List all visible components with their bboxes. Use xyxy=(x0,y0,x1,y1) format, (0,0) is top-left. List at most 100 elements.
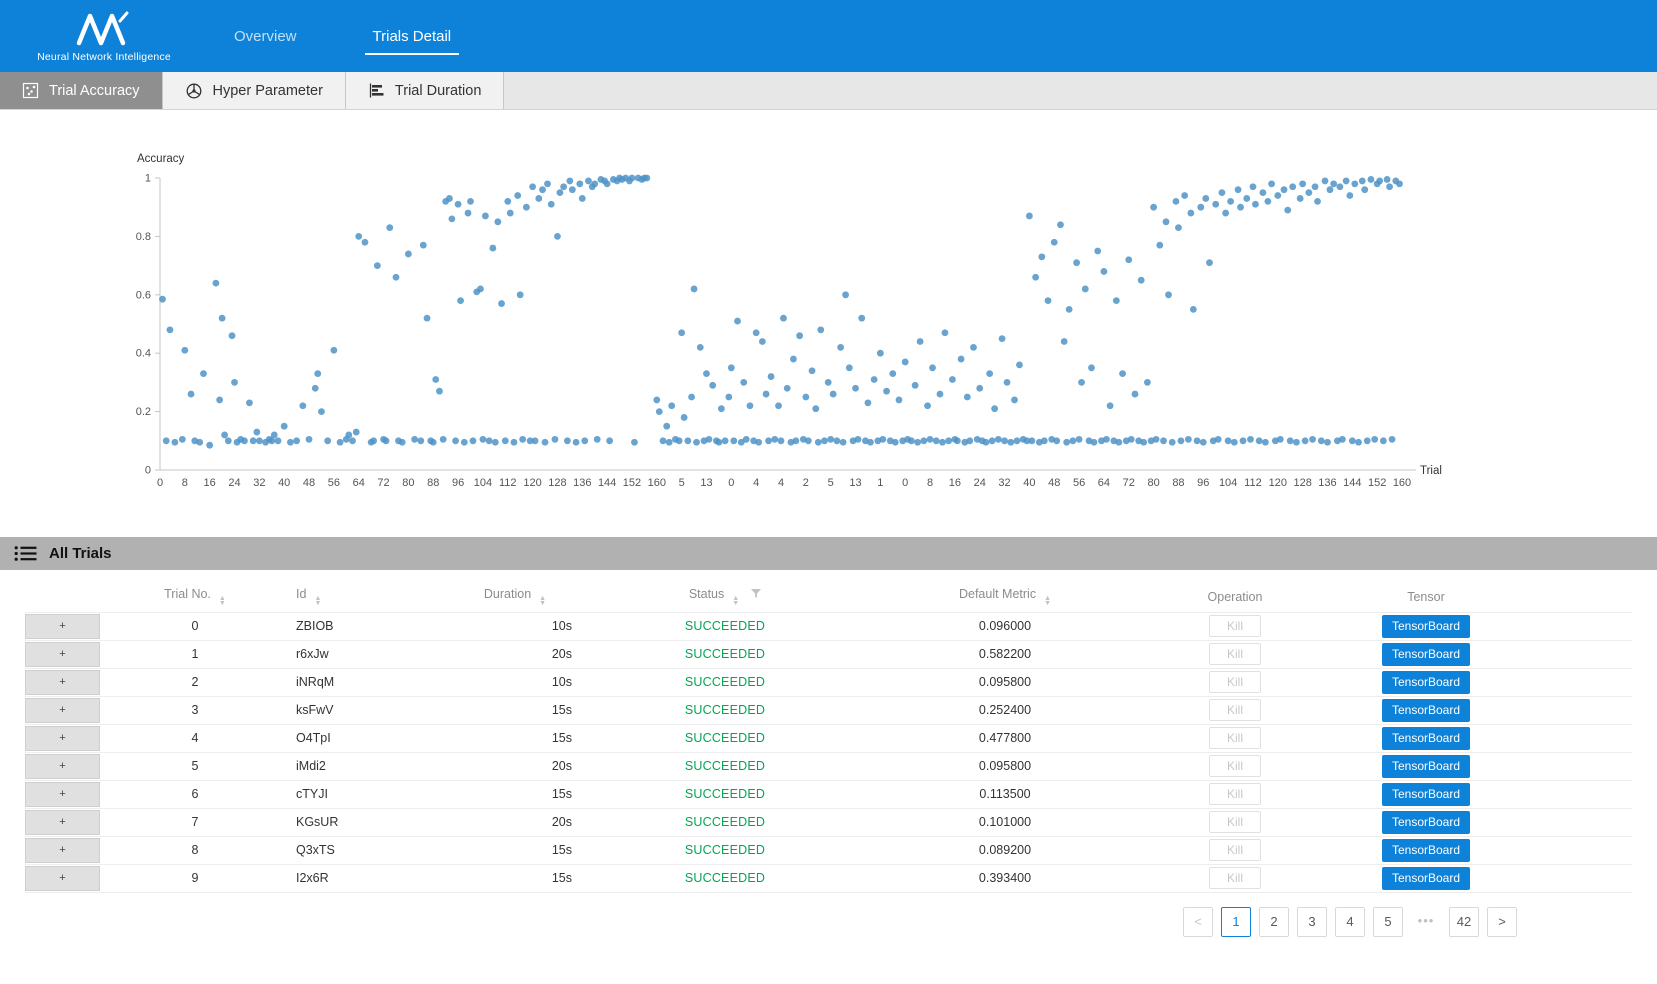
scatter-point xyxy=(942,329,949,336)
kill-button[interactable]: Kill xyxy=(1209,727,1261,749)
scatter-point xyxy=(604,180,611,187)
pagination-page-2[interactable]: 2 xyxy=(1259,907,1289,937)
pagination-next[interactable]: > xyxy=(1487,907,1517,937)
scatter-point xyxy=(1113,297,1120,304)
scatter-point xyxy=(206,442,213,449)
sort-icon[interactable]: ▲▼ xyxy=(1044,596,1051,606)
kill-button[interactable]: Kill xyxy=(1209,839,1261,861)
kill-button[interactable]: Kill xyxy=(1209,699,1261,721)
cell-status: SUCCEEDED xyxy=(600,612,850,640)
expand-button[interactable]: + xyxy=(25,866,100,891)
tensorboard-button[interactable]: TensorBoard xyxy=(1382,839,1470,862)
sort-icon[interactable]: ▲▼ xyxy=(219,596,226,606)
scatter-point xyxy=(504,198,511,205)
kill-button[interactable]: Kill xyxy=(1209,671,1261,693)
cell-expand: + xyxy=(25,696,100,724)
scatter-plot[interactable]: AccuracyTrial00.20.40.60.810816243240485… xyxy=(114,150,1526,495)
pagination-page-1[interactable]: 1 xyxy=(1221,907,1251,937)
scatter-point xyxy=(954,437,961,444)
scatter-point xyxy=(812,405,819,412)
sort-icon[interactable]: ▲▼ xyxy=(732,596,739,606)
kill-button[interactable]: Kill xyxy=(1209,811,1261,833)
scatter-point xyxy=(486,437,493,444)
tensorboard-button[interactable]: TensorBoard xyxy=(1382,811,1470,834)
x-tick-label: 144 xyxy=(1343,477,1361,489)
col-header-tensor: Tensor xyxy=(1310,582,1632,612)
pagination-prev[interactable]: < xyxy=(1183,907,1213,937)
kill-button[interactable]: Kill xyxy=(1209,615,1261,637)
scatter-point xyxy=(1359,178,1366,185)
scatter-point xyxy=(833,437,840,444)
scatter-point xyxy=(1235,186,1242,193)
tab-trial-duration[interactable]: Trial Duration xyxy=(346,72,505,109)
pagination-ellipsis[interactable]: ••• xyxy=(1411,907,1441,937)
scatter-point xyxy=(498,300,505,307)
scatter-point xyxy=(1194,437,1201,444)
scatter-point xyxy=(1091,439,1098,446)
expand-button[interactable]: + xyxy=(25,726,100,751)
scatter-point xyxy=(1256,437,1263,444)
scatter-point xyxy=(1178,437,1185,444)
scatter-point xyxy=(560,183,567,190)
tensorboard-button[interactable]: TensorBoard xyxy=(1382,727,1470,750)
pagination-page-4[interactable]: 4 xyxy=(1335,907,1365,937)
scatter-point xyxy=(393,274,400,281)
tensorboard-button[interactable]: TensorBoard xyxy=(1382,755,1470,778)
tensorboard-button[interactable]: TensorBoard xyxy=(1382,867,1470,890)
tab-hyper-parameter[interactable]: Hyper Parameter xyxy=(163,72,346,109)
cell-tensor: TensorBoard xyxy=(1310,696,1632,724)
nav-tab-trials-detail[interactable]: Trials Detail xyxy=(365,18,460,55)
expand-button[interactable]: + xyxy=(25,838,100,863)
cell-duration: 15s xyxy=(430,724,600,752)
kill-button[interactable]: Kill xyxy=(1209,783,1261,805)
cell-default-metric: 0.582200 xyxy=(850,640,1160,668)
scatter-point xyxy=(219,315,226,322)
expand-button[interactable]: + xyxy=(25,642,100,667)
pagination-page-3[interactable]: 3 xyxy=(1297,907,1327,937)
scatter-point xyxy=(535,195,542,202)
cell-status: SUCCEEDED xyxy=(600,640,850,668)
filter-icon[interactable] xyxy=(751,589,761,599)
cell-operation: Kill xyxy=(1160,752,1310,780)
cell-operation: Kill xyxy=(1160,836,1310,864)
pagination-page-42[interactable]: 42 xyxy=(1449,907,1479,937)
tensorboard-button[interactable]: TensorBoard xyxy=(1382,671,1470,694)
expand-button[interactable]: + xyxy=(25,698,100,723)
scatter-point xyxy=(349,437,356,444)
scatter-point xyxy=(768,373,775,380)
scatter-point xyxy=(212,280,219,287)
expand-button[interactable]: + xyxy=(25,614,100,639)
cell-id: ksFwV xyxy=(290,696,430,724)
col-header-duration-label: Duration xyxy=(484,587,531,601)
expand-button[interactable]: + xyxy=(25,754,100,779)
tensorboard-button[interactable]: TensorBoard xyxy=(1382,783,1470,806)
scatter-point xyxy=(229,332,236,339)
scatter-point xyxy=(455,201,462,208)
scatter-point xyxy=(1215,436,1222,443)
cell-id: iMdi2 xyxy=(290,752,430,780)
sort-icon[interactable]: ▲▼ xyxy=(314,596,321,606)
x-tick-label: 0 xyxy=(728,477,734,489)
kill-button[interactable]: Kill xyxy=(1209,867,1261,889)
pagination-page-5[interactable]: 5 xyxy=(1373,907,1403,937)
tensorboard-button[interactable]: TensorBoard xyxy=(1382,615,1470,638)
tensorboard-button[interactable]: TensorBoard xyxy=(1382,643,1470,666)
tensorboard-button[interactable]: TensorBoard xyxy=(1382,699,1470,722)
x-tick-label: 80 xyxy=(402,477,414,489)
tab-trial-accuracy[interactable]: Trial Accuracy xyxy=(0,72,163,109)
scatter-point xyxy=(318,408,325,415)
scatter-point xyxy=(1376,178,1383,185)
scatter-point xyxy=(1051,239,1058,246)
scatter-point xyxy=(1073,259,1080,266)
kill-button[interactable]: Kill xyxy=(1209,643,1261,665)
scatter-point xyxy=(420,242,427,249)
sort-icon[interactable]: ▲▼ xyxy=(539,596,546,606)
expand-button[interactable]: + xyxy=(25,810,100,835)
expand-button[interactable]: + xyxy=(25,670,100,695)
nav-tab-overview[interactable]: Overview xyxy=(226,18,305,55)
scatter-point xyxy=(1264,198,1271,205)
expand-button[interactable]: + xyxy=(25,782,100,807)
scatter-point xyxy=(494,218,501,225)
accuracy-chart[interactable]: AccuracyTrial00.20.40.60.810816243240485… xyxy=(114,150,1657,495)
kill-button[interactable]: Kill xyxy=(1209,755,1261,777)
